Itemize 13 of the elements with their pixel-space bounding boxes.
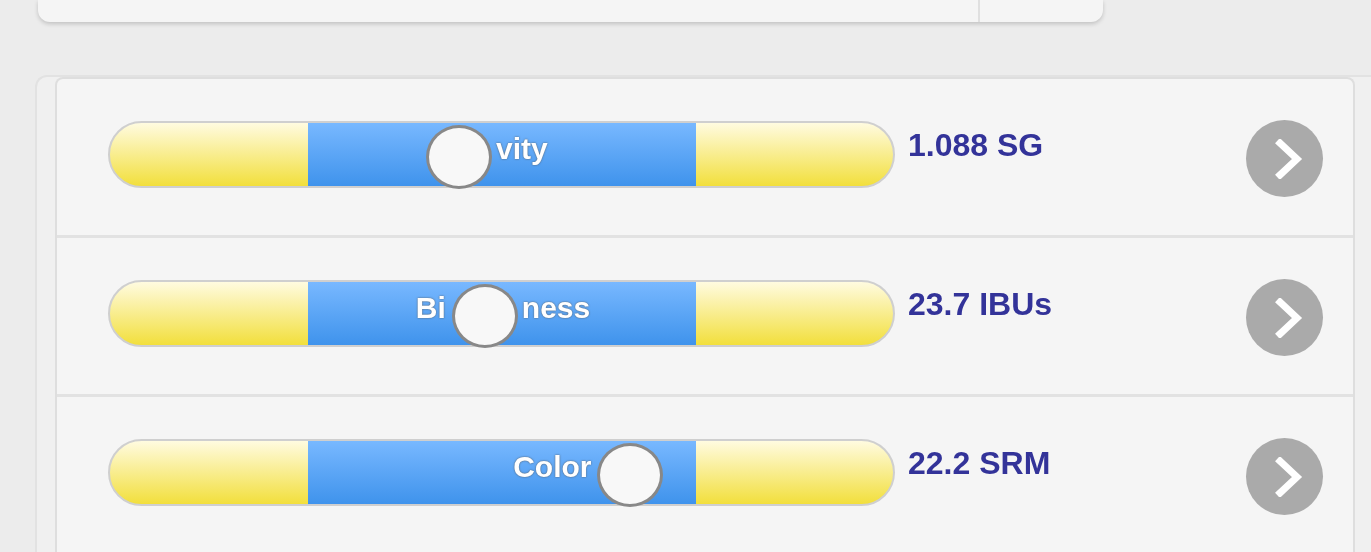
chevron-right-icon (1272, 297, 1303, 338)
range-slider[interactable]: Color (108, 439, 895, 506)
chevron-right-icon (1272, 456, 1303, 497)
reading-value: 1.088 SG (908, 127, 1044, 164)
reading-value: 22.2 SRM (908, 445, 1051, 482)
slider-label: ness (521, 291, 591, 326)
reading-value: 23.7 IBUs (908, 286, 1053, 323)
range-slider[interactable]: Bi ness (108, 280, 895, 347)
slider-label: vity (496, 132, 548, 167)
range-slider[interactable]: vity (108, 121, 895, 188)
chevron-right-icon (1272, 138, 1303, 179)
slider-label: Color (513, 450, 592, 485)
slider-label: Bi (415, 291, 446, 326)
